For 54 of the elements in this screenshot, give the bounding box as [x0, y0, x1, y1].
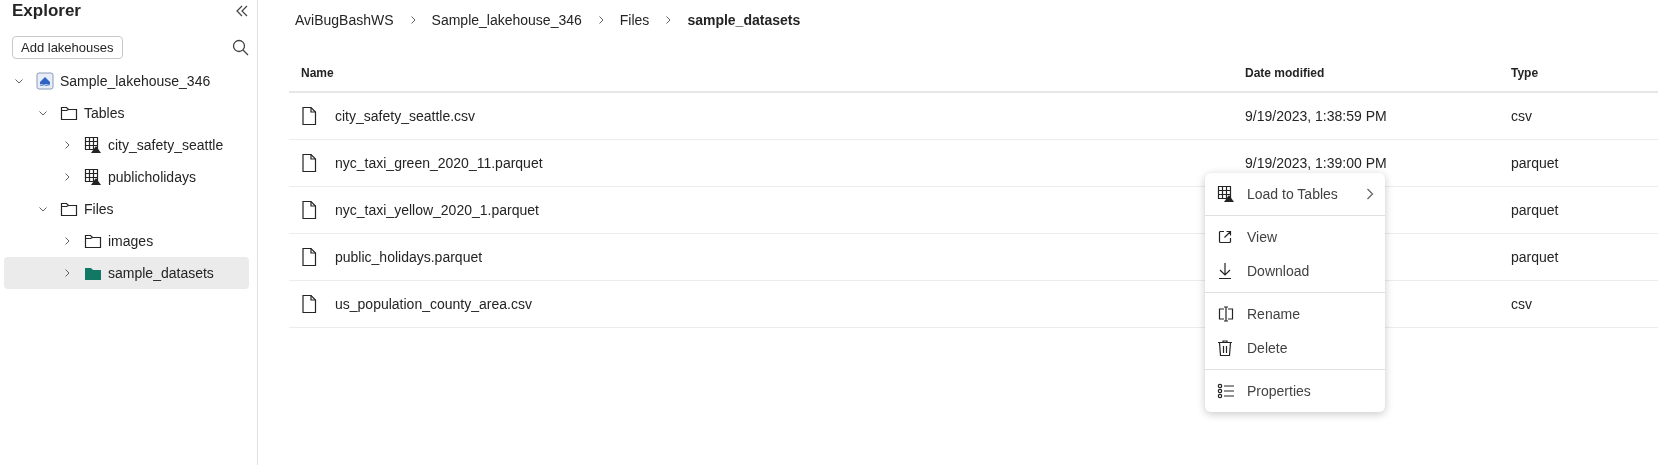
folder-icon	[60, 201, 78, 217]
house-icon	[36, 72, 54, 90]
breadcrumb-link[interactable]: Files	[619, 12, 650, 28]
type-cell: csv	[1511, 108, 1532, 124]
type-cell: csv	[1511, 296, 1532, 312]
tree-item[interactable]: Tables	[4, 97, 249, 129]
date-cell: 9/19/2023, 1:39:00 PM	[1245, 155, 1387, 171]
add-lakehouses-button[interactable]: Add lakehouses	[12, 36, 123, 59]
file-name[interactable]: city_safety_seattle.csv	[335, 108, 476, 124]
file-icon	[301, 200, 317, 220]
file-icon	[301, 247, 317, 267]
tree-item[interactable]: Files	[4, 193, 249, 225]
list-icon	[1217, 383, 1237, 399]
table-icon	[84, 136, 102, 154]
date-cell: 9/19/2023, 1:38:59 PM	[1245, 108, 1387, 124]
breadcrumb-link[interactable]: AviBugBashWS	[295, 12, 394, 28]
tree-item[interactable]: images	[4, 225, 249, 257]
folder-icon	[84, 265, 102, 281]
file-icon	[301, 106, 317, 126]
column-header[interactable]: Name	[301, 66, 334, 80]
file-name[interactable]: us_population_county_area.csv	[335, 296, 532, 312]
type-cell: parquet	[1511, 155, 1559, 171]
table-icon	[84, 168, 102, 186]
file-name[interactable]: nyc_taxi_green_2020_11.parquet	[335, 155, 543, 171]
table-icon	[1217, 185, 1237, 203]
breadcrumb-link[interactable]: sample_datasets	[687, 12, 801, 28]
column-header[interactable]: Date modified	[1245, 66, 1325, 80]
tree-item[interactable]: sample_datasets	[4, 257, 249, 289]
tree-item[interactable]: publicholidays	[4, 161, 249, 193]
menu-item[interactable]: View	[1205, 220, 1385, 254]
column-header[interactable]: Type	[1511, 66, 1539, 80]
chevron-down-icon[interactable]	[36, 204, 50, 214]
panel-title: Explorer	[12, 1, 81, 21]
file-name[interactable]: public_holidays.parquet	[335, 249, 483, 265]
menu-item[interactable]: Properties	[1205, 374, 1385, 408]
folder-icon	[60, 105, 78, 121]
search-icon[interactable]	[232, 39, 249, 56]
file-name[interactable]: nyc_taxi_yellow_2020_1.parquet	[335, 202, 539, 218]
type-cell: parquet	[1511, 202, 1559, 218]
file-icon	[301, 153, 317, 173]
menu-item[interactable]: Download	[1205, 254, 1385, 288]
chevron-down-icon[interactable]	[36, 108, 50, 118]
chevron-right-icon	[1365, 187, 1375, 201]
type-cell: parquet	[1511, 249, 1559, 265]
tree-item[interactable]: city_safety_seattle	[4, 129, 249, 161]
folder-icon	[84, 233, 102, 249]
breadcrumb-link[interactable]: Sample_lakehouse_346	[431, 12, 582, 28]
collapse-icon[interactable]	[235, 4, 249, 18]
menu-item[interactable]: Load to Tables	[1205, 177, 1385, 211]
chevron-down-icon[interactable]	[12, 76, 26, 86]
tree-item[interactable]: Sample_lakehouse_346	[4, 65, 249, 97]
menu-item[interactable]: Delete	[1205, 331, 1385, 365]
menu-item[interactable]: Rename	[1205, 297, 1385, 331]
file-icon	[301, 294, 317, 314]
